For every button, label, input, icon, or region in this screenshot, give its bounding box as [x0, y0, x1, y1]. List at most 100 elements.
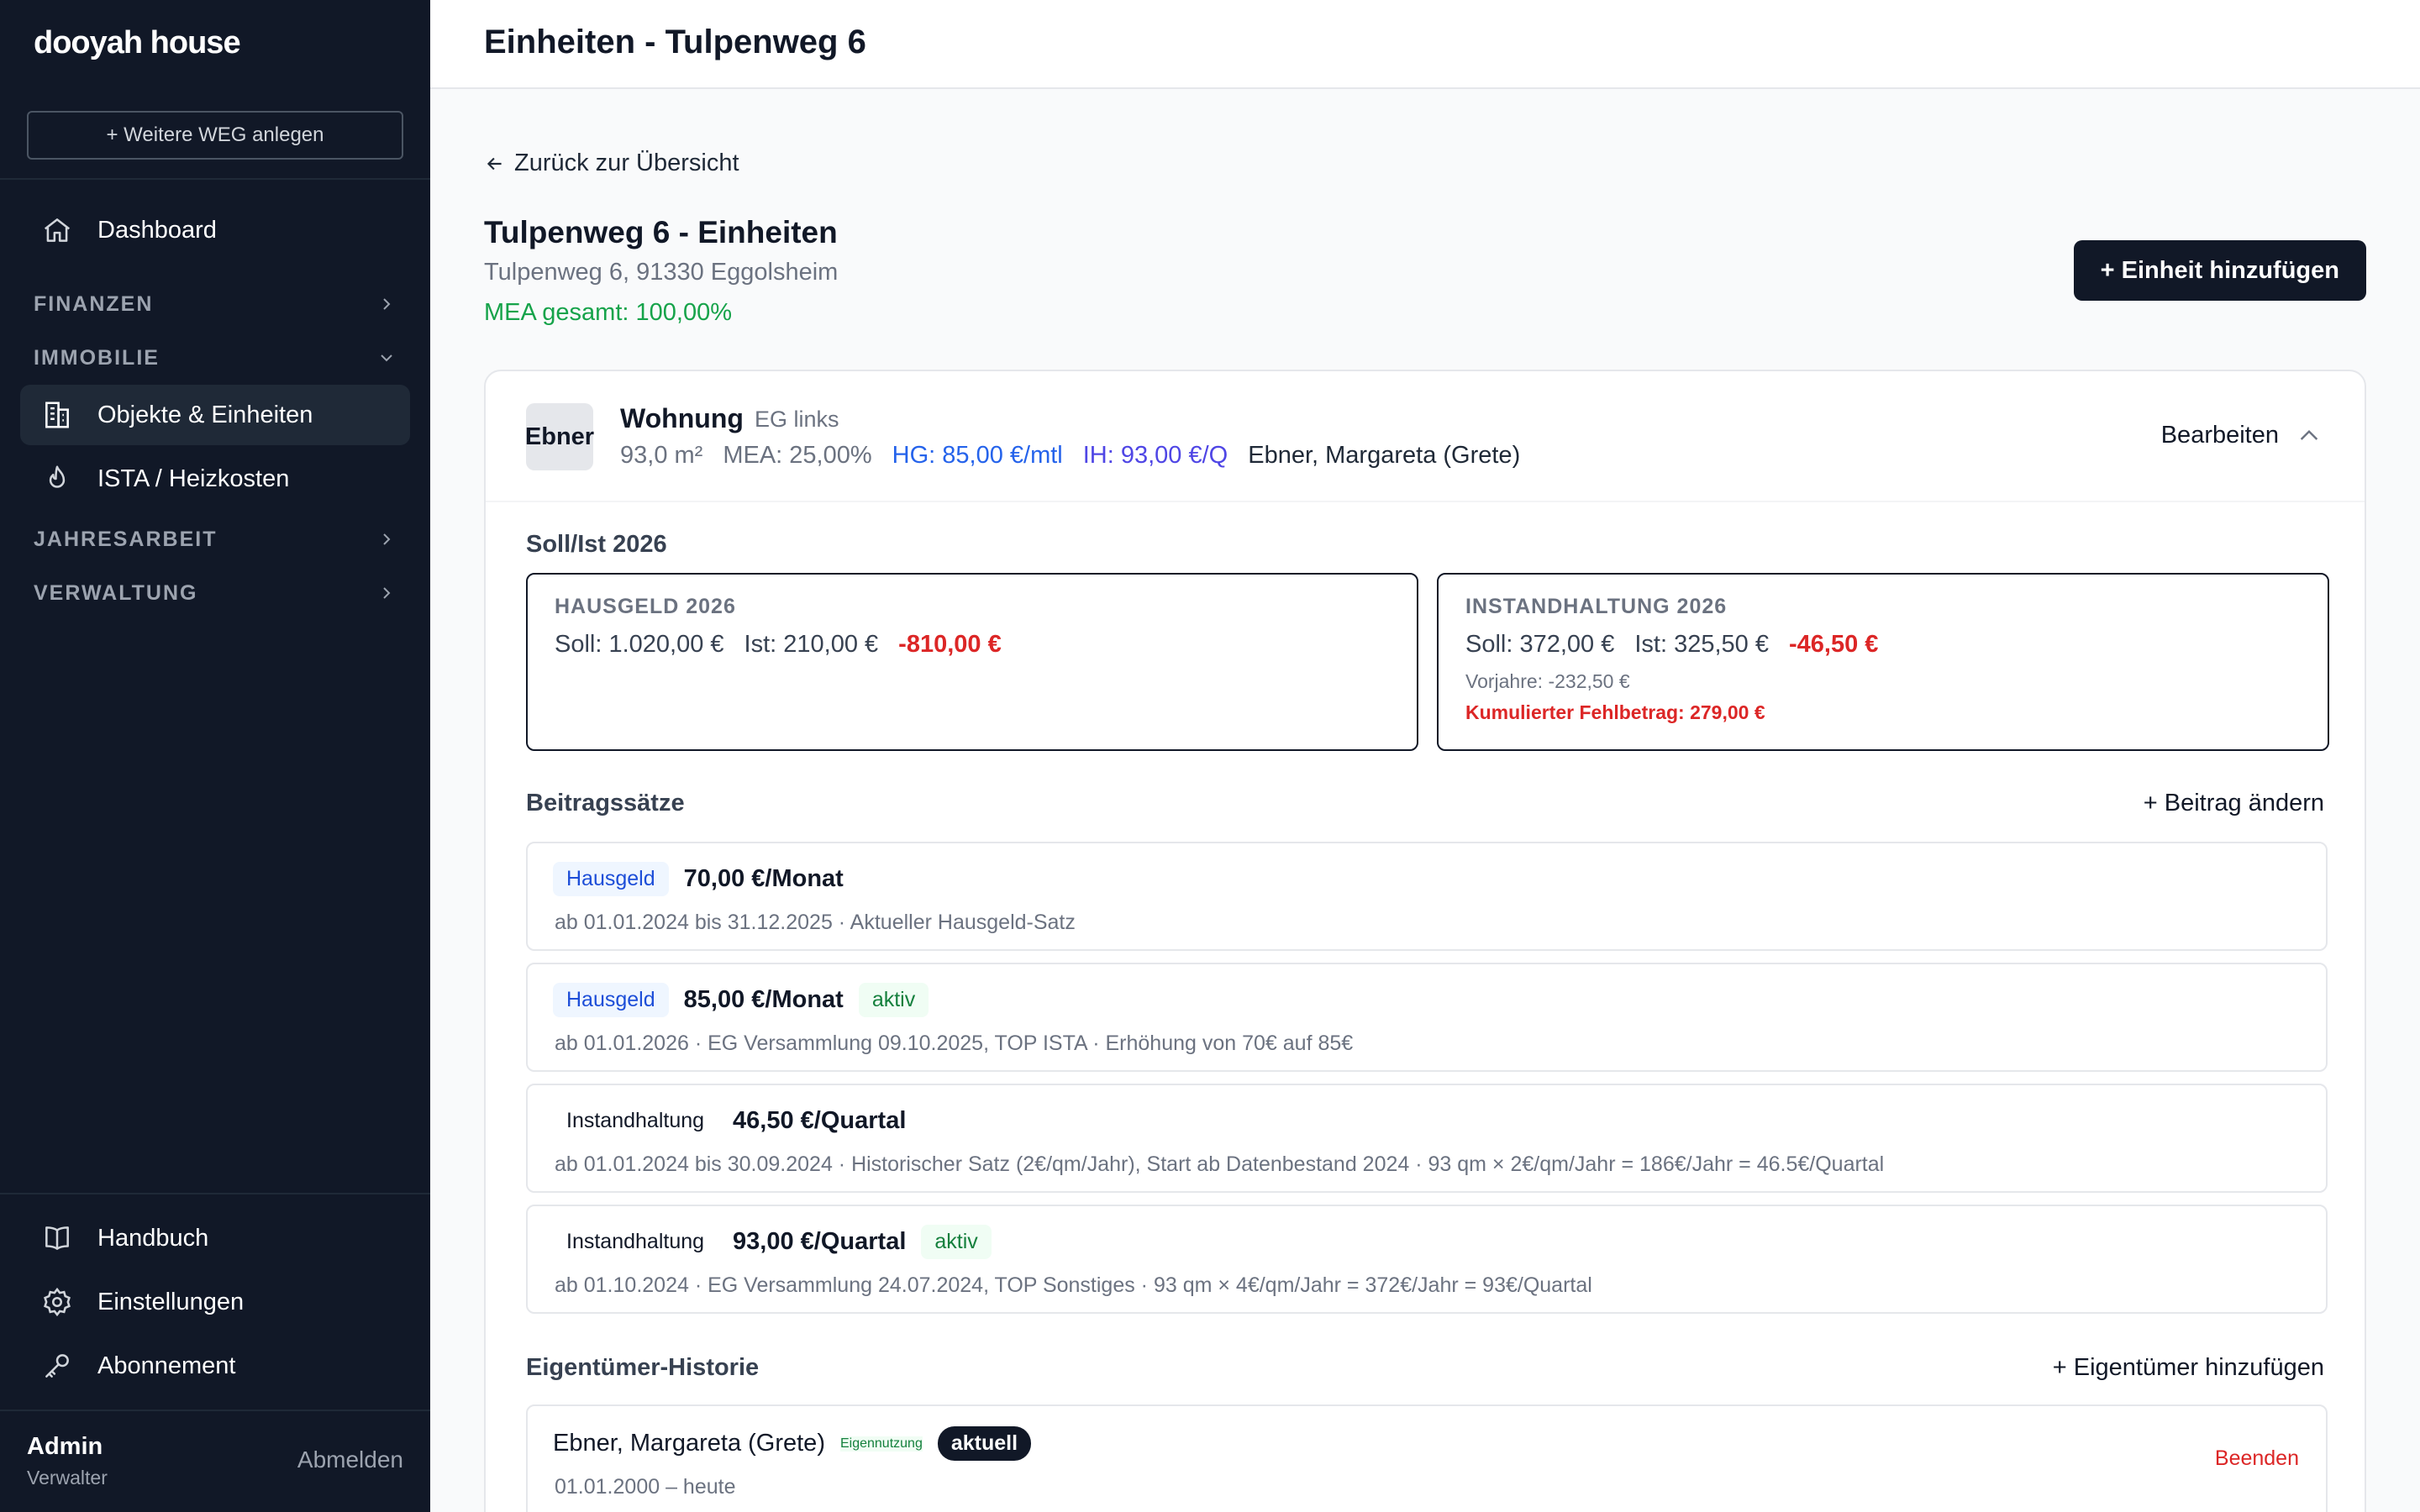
sidebar-item-label: Objekte & Einheiten [97, 401, 313, 428]
sidebar-item-label: ISTA / Heizkosten [97, 465, 290, 492]
page-title: Einheiten - Tulpenweg 6 [484, 24, 866, 60]
sidebar-item-label: Einstellungen [97, 1288, 245, 1315]
sidebar-item-einstellungen[interactable]: Einstellungen [20, 1272, 410, 1332]
brand-logo[interactable]: dooyah house [34, 25, 241, 61]
add-owner-button[interactable]: + Eigentümer hinzufügen [2053, 1354, 2324, 1382]
instandhaltung-diff: -46,50 € [1788, 631, 1879, 658]
instandhaltung-ist: Ist: 325,50 € [1634, 631, 1769, 658]
instandhaltung-caption: INSTANDHALTUNG 2026 [1465, 595, 1728, 618]
avatar: Ebner [525, 403, 594, 470]
soll-ist-heading: Soll/Ist 2026 [526, 531, 667, 558]
status-badge: aktiv [858, 983, 929, 1017]
edit-label: Bearbeiten [2160, 422, 2279, 449]
gear-icon [40, 1285, 74, 1319]
sidebar-item-ista[interactable]: ISTA / Heizkosten [20, 449, 410, 509]
add-weg-button[interactable]: + Weitere WEG anlegen [27, 111, 403, 160]
unit-header[interactable]: Ebner Wohnung EG links 93,0 m² MEA: 25,0… [486, 371, 2365, 502]
user-role: Verwalter [27, 1467, 108, 1488]
rate-item: Hausgeld 85,00 €/Monat aktiv ab 01.01.20… [526, 963, 2328, 1072]
divider [0, 1193, 430, 1194]
user-name: Admin [27, 1433, 103, 1460]
rate-detail: ab 01.01.2026 · EG Versammlung 09.10.202… [555, 1032, 1354, 1055]
rate-type-badge: Instandhaltung [566, 1230, 705, 1253]
instandhaltung-summary: INSTANDHALTUNG 2026 Soll: 372,00 € Ist: … [1437, 573, 2329, 751]
rate-item: Instandhaltung 93,00 €/Quartal aktiv ab … [526, 1205, 2328, 1314]
back-link[interactable]: Zurück zur Übersicht [484, 150, 739, 177]
usage-badge: Eigennutzung [839, 1436, 923, 1452]
rate-detail: ab 01.01.2024 bis 30.09.2024 · Historisc… [555, 1152, 1885, 1176]
unit-instandhaltung: IH: 93,00 €/Q [1082, 442, 1228, 469]
sidebar-group-jahresarbeit[interactable]: JAHRESARBEIT [34, 522, 397, 556]
rate-detail: ab 01.10.2024 · EG Versammlung 24.07.202… [555, 1273, 1592, 1297]
mea-total: MEA gesamt: 100,00% [484, 299, 732, 326]
chevron-up-icon [2300, 429, 2318, 440]
end-ownership-button[interactable]: Beenden [2215, 1446, 2299, 1471]
sidebar-item-abonnement[interactable]: Abonnement [20, 1336, 410, 1396]
unit-hausgeld: HG: 85,00 €/mtl [892, 442, 1063, 469]
divider [0, 1410, 430, 1411]
sidebar-item-objekte[interactable]: Objekte & Einheiten [20, 385, 410, 445]
unit-card: Ebner Wohnung EG links 93,0 m² MEA: 25,0… [484, 370, 2366, 1512]
arrow-left-icon [487, 157, 502, 170]
key-icon [40, 1349, 74, 1383]
sidebar-item-handbuch[interactable]: Handbuch [20, 1208, 410, 1268]
hausgeld-soll: Soll: 1.020,00 € [555, 631, 724, 658]
home-icon [40, 213, 74, 247]
topbar: Einheiten - Tulpenweg 6 [430, 0, 2420, 89]
unit-type: Wohnung [620, 403, 744, 433]
add-unit-button[interactable]: + Einheit hinzufügen [2073, 240, 2366, 301]
group-label: IMMOBILIE [34, 345, 160, 370]
unit-location: EG links [755, 407, 839, 432]
rate-amount: 70,00 €/Monat [683, 865, 844, 892]
unit-meta: 93,0 m² MEA: 25,00% HG: 85,00 €/mtl IH: … [620, 442, 1520, 470]
rate-type-badge: Instandhaltung [566, 1109, 705, 1132]
previous-years: Vorjahre: -232,50 € [1465, 670, 1630, 692]
rate-item: Instandhaltung 46,50 €/Quartal ab 01.01.… [526, 1084, 2328, 1193]
owner-name: Ebner, Margareta (Grete) [553, 1430, 825, 1457]
rate-item: Hausgeld 70,00 €/Monat ab 01.01.2024 bis… [526, 842, 2328, 951]
unit-owner: Ebner, Margareta (Grete) [1248, 442, 1521, 469]
divider [0, 178, 430, 180]
building-icon [40, 398, 74, 432]
cumulative-deficit: Kumulierter Fehlbetrag: 279,00 € [1465, 701, 1765, 723]
sidebar-group-verwaltung[interactable]: VERWALTUNG [34, 576, 397, 610]
group-label: JAHRESARBEIT [34, 527, 218, 551]
hausgeld-summary: HAUSGELD 2026 Soll: 1.020,00 € Ist: 210,… [526, 573, 1418, 751]
chevron-right-icon [383, 298, 391, 310]
hausgeld-caption: HAUSGELD 2026 [555, 595, 736, 618]
sidebar: dooyah house + Weitere WEG anlegen Dashb… [0, 0, 430, 1512]
rate-type-badge: Hausgeld [553, 983, 669, 1017]
status-badge: aktiv [921, 1225, 992, 1259]
hausgeld-diff: -810,00 € [898, 631, 1002, 658]
edit-button[interactable]: Bearbeiten [2161, 422, 2323, 449]
owner-period: 01.01.2000 – heute [555, 1475, 736, 1499]
rate-type-badge: Hausgeld [553, 862, 669, 896]
sidebar-item-label: Abonnement [97, 1352, 236, 1379]
chevron-right-icon [383, 587, 391, 599]
object-address: Tulpenweg 6, 91330 Eggolsheim [484, 259, 839, 286]
unit-area: 93,0 m² [620, 442, 703, 469]
object-title: Tulpenweg 6 - Einheiten [484, 215, 838, 249]
change-rate-button[interactable]: + Beitrag ändern [2144, 790, 2324, 817]
rates-heading: Beitragssätze [526, 790, 685, 816]
book-icon [40, 1221, 74, 1255]
flame-icon [40, 462, 74, 496]
rate-amount: 93,00 €/Quartal [733, 1228, 907, 1255]
group-label: FINANZEN [34, 291, 154, 316]
owners-heading: Eigentümer-Historie [526, 1354, 760, 1381]
unit-mea: MEA: 25,00% [723, 442, 872, 469]
sidebar-item-label: Dashboard [97, 216, 217, 244]
logout-button[interactable]: Abmelden [297, 1446, 403, 1473]
rate-amount: 85,00 €/Monat [683, 986, 844, 1013]
main-content: Zurück zur Übersicht Tulpenweg 6 - Einhe… [430, 89, 2420, 1512]
status-badge: aktuell [937, 1426, 1032, 1461]
instandhaltung-soll: Soll: 372,00 € [1465, 631, 1615, 658]
rate-amount: 46,50 €/Quartal [733, 1107, 907, 1134]
chevron-down-icon [381, 354, 392, 362]
chevron-right-icon [383, 533, 391, 545]
owner-item: Ebner, Margareta (Grete) Eigennutzung ak… [526, 1404, 2328, 1512]
sidebar-group-finanzen[interactable]: FINANZEN [34, 287, 397, 321]
sidebar-group-immobilie[interactable]: IMMOBILIE [34, 341, 397, 375]
rate-detail: ab 01.01.2024 bis 31.12.2025 · Aktueller… [555, 911, 1076, 934]
sidebar-item-dashboard[interactable]: Dashboard [20, 200, 410, 260]
